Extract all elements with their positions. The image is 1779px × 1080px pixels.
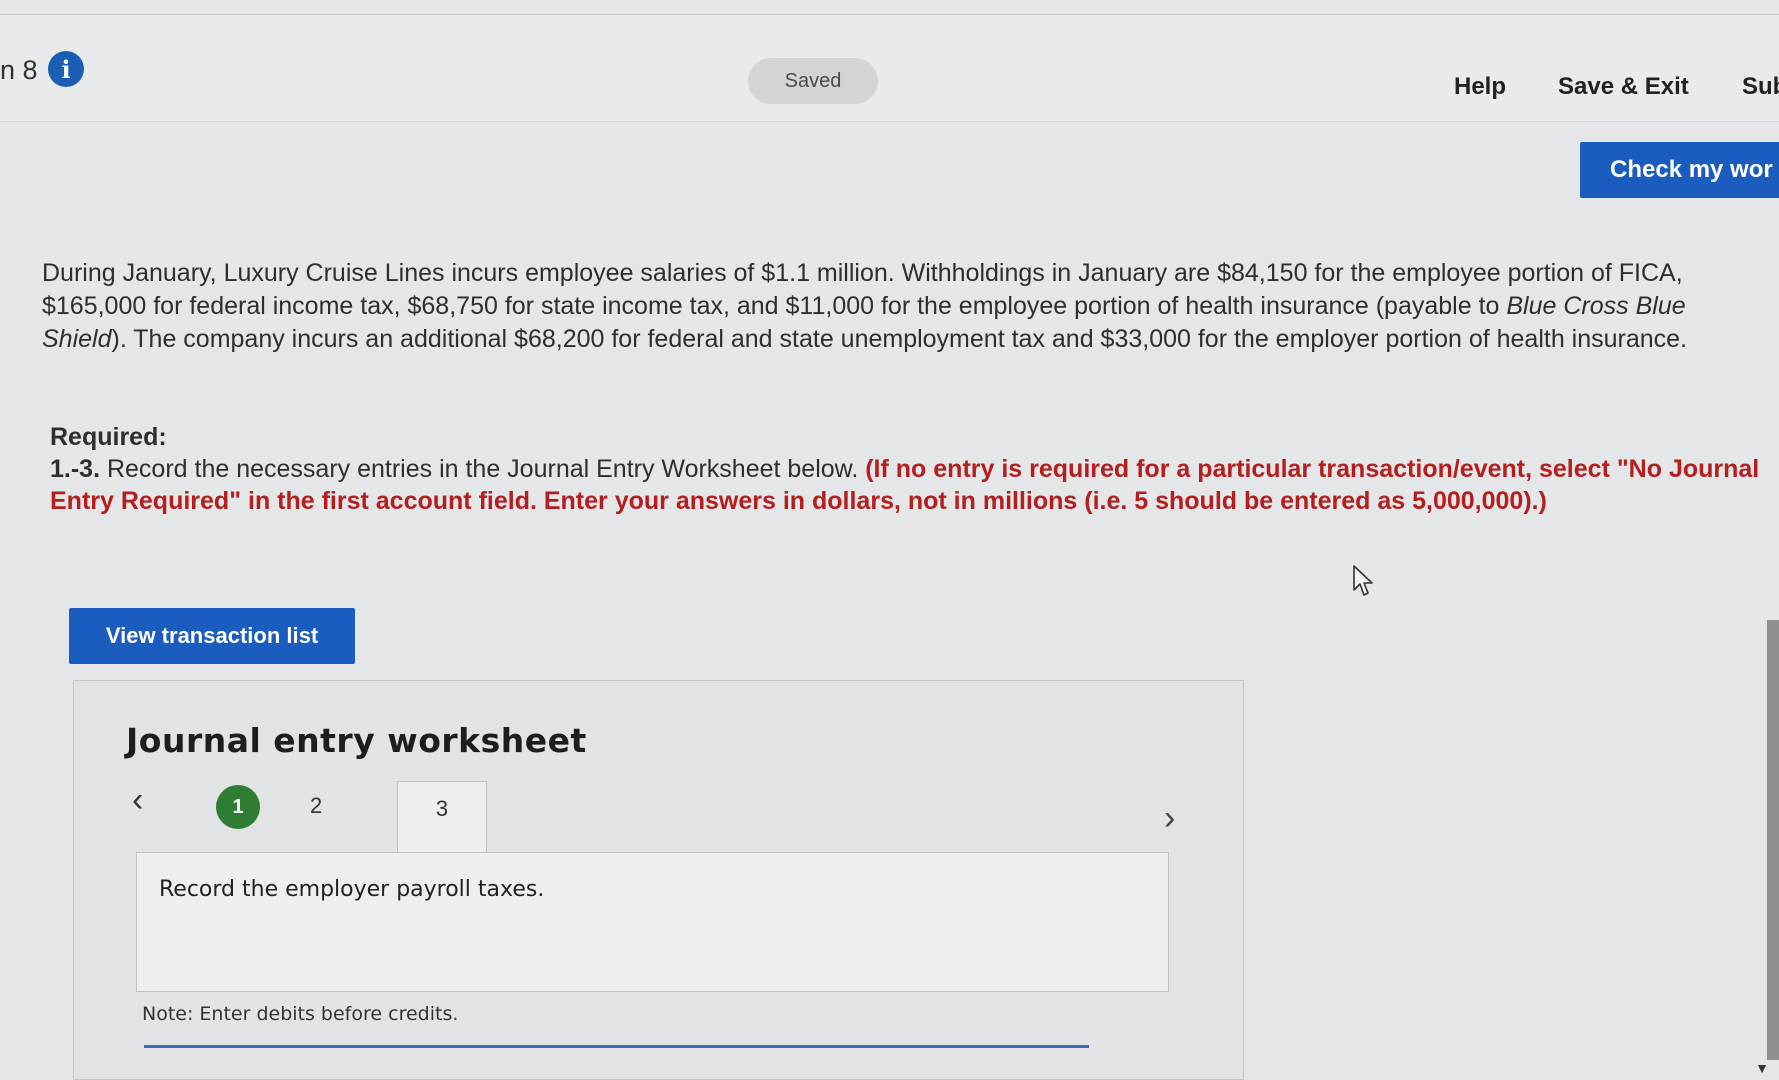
step-1-completed-indicator[interactable]: 1 xyxy=(216,785,260,829)
help-link[interactable]: Help xyxy=(1454,73,1506,101)
info-icon[interactable]: i xyxy=(48,51,84,87)
required-number: 1.-3. xyxy=(50,455,101,483)
required-section: Required: 1.-3. Record the necessary ent… xyxy=(50,421,1760,517)
view-transaction-list-button[interactable]: View transaction list xyxy=(69,608,355,664)
entry-note: Note: Enter debits before credits. xyxy=(142,1003,459,1025)
mouse-cursor-icon xyxy=(1353,565,1373,596)
worksheet-divider xyxy=(144,1045,1089,1048)
chevron-right-icon[interactable]: › xyxy=(1164,799,1175,838)
required-text: Record the necessary entries in the Jour… xyxy=(100,455,866,483)
top-bar: n 8 i Saved Help Save & Exit Sub xyxy=(0,14,1779,122)
step-3-tab[interactable]: 3 xyxy=(397,781,487,853)
worksheet-title: Journal entry worksheet xyxy=(126,721,587,760)
check-my-work-button[interactable]: Check my wor xyxy=(1580,142,1779,198)
problem-text-part-2: ). The company incurs an additional $68,… xyxy=(111,325,1688,353)
journal-entry-worksheet: Journal entry worksheet ‹ 1 2 3 › Record… xyxy=(73,680,1244,1080)
problem-text-part-1: During January, Luxury Cruise Lines incu… xyxy=(42,259,1683,320)
entry-description: Record the employer payroll taxes. xyxy=(159,877,545,902)
save-exit-link[interactable]: Save & Exit xyxy=(1558,73,1689,101)
required-heading: Required: xyxy=(50,423,167,451)
question-number: n 8 xyxy=(0,55,38,85)
entry-description-box: Record the employer payroll taxes. xyxy=(136,852,1169,992)
saved-status-badge: Saved xyxy=(748,58,878,104)
submit-link[interactable]: Sub xyxy=(1742,73,1779,101)
page-scrollbar[interactable] xyxy=(1767,620,1779,1060)
page: n 8 i Saved Help Save & Exit Sub Check m… xyxy=(0,0,1779,1080)
scroll-down-arrow-icon[interactable]: ▼ xyxy=(1755,1060,1769,1076)
problem-text: During January, Luxury Cruise Lines incu… xyxy=(42,257,1762,356)
chevron-left-icon[interactable]: ‹ xyxy=(132,781,143,820)
step-2-tab[interactable]: 2 xyxy=(310,793,322,819)
